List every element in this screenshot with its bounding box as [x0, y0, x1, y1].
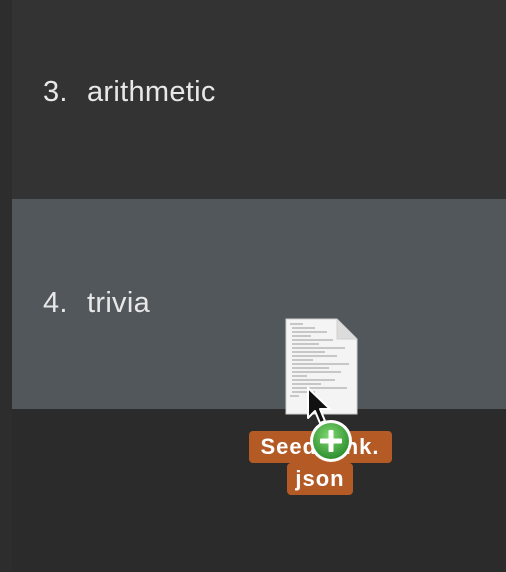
list-item-trivia[interactable]: 4. trivia — [12, 199, 506, 409]
list-item-label: arithmetic — [87, 76, 216, 108]
left-edge-strip — [0, 0, 12, 572]
drag-filename-line2: json — [287, 463, 353, 495]
list-item-number: 4. — [43, 287, 68, 319]
list-item-label: trivia — [87, 287, 151, 319]
list-item-arithmetic[interactable]: 3. arithmetic — [12, 0, 506, 199]
arrow-cursor-icon — [306, 386, 336, 428]
list-item-number: 3. — [43, 76, 68, 108]
list: 3. arithmetic 4. trivia — [12, 0, 506, 409]
